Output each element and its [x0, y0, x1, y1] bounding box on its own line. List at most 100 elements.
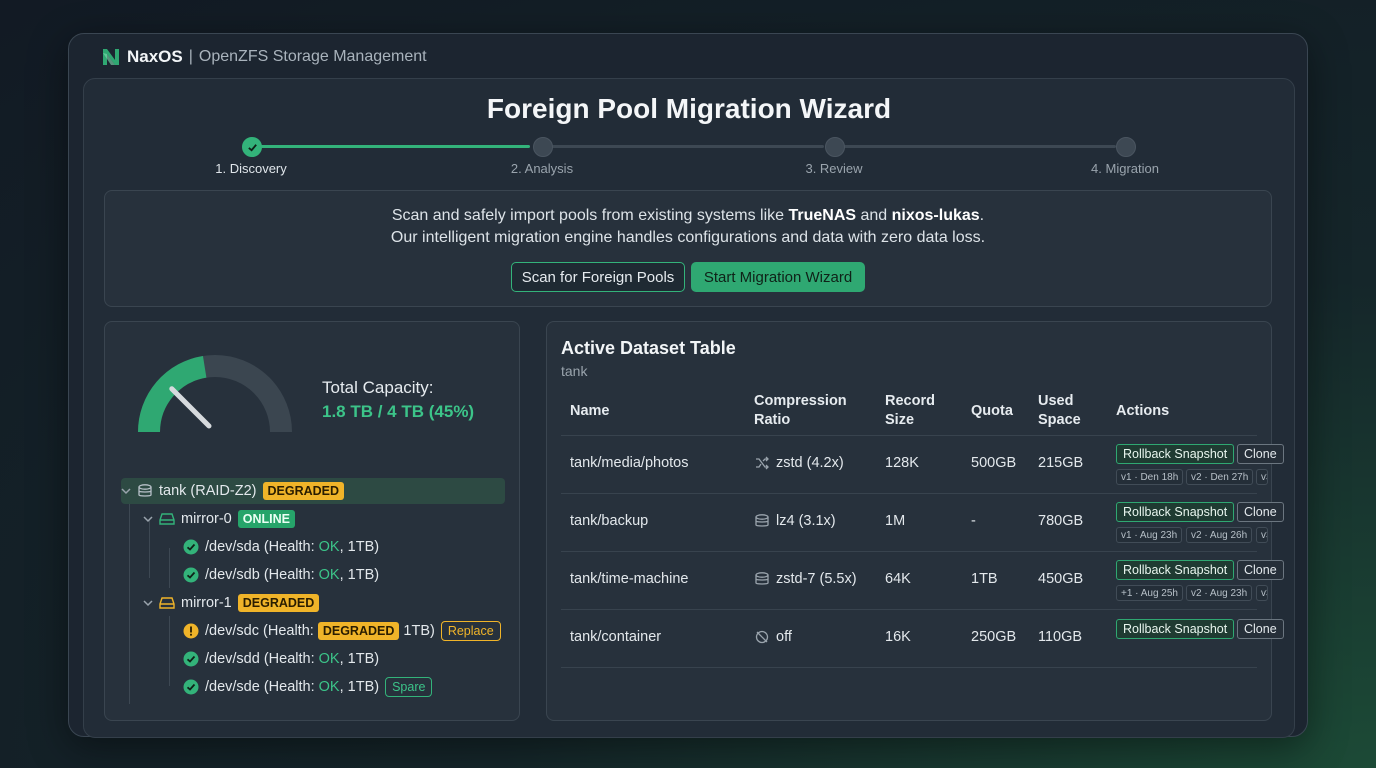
- col-header-record-size: Record Size: [885, 393, 935, 428]
- step-label-discovery[interactable]: 1. Discovery: [215, 161, 287, 176]
- snapshot-chip[interactable]: v2 · Den 27h: [1186, 469, 1254, 485]
- start-migration-wizard-button[interactable]: Start Migration Wizard: [691, 262, 865, 292]
- dataset-used: 215GB: [1038, 455, 1084, 471]
- compression-off-icon: [755, 630, 769, 644]
- warning-circle-icon: [183, 623, 199, 639]
- dataset-name: tank/time-machine: [570, 571, 689, 587]
- step-dot-review[interactable]: [825, 137, 845, 157]
- dataset-record-size: 1M: [885, 513, 906, 529]
- intro-line-2: Our intelligent migration engine handles…: [390, 229, 986, 246]
- sda-label: /dev/sda (Health: OK, 1TB): [205, 539, 380, 555]
- database-icon: [138, 484, 152, 497]
- tree-node-sdb[interactable]: /dev/sdb (Health: OK, 1TB): [183, 562, 379, 588]
- snapshot-chip[interactable]: v1 · Aug 23h: [1116, 527, 1183, 543]
- step-dot-analysis[interactable]: [533, 137, 553, 157]
- clone-button[interactable]: Clone: [1237, 444, 1284, 464]
- database-icon: [755, 572, 769, 585]
- step-dot-discovery[interactable]: [242, 137, 262, 157]
- dataset-name: tank/media/photos: [570, 455, 689, 471]
- tree-node-sdd[interactable]: /dev/sdd (Health: OK, 1TB): [183, 646, 379, 672]
- step-label-review[interactable]: 3. Review: [805, 161, 862, 176]
- database-icon: [755, 514, 769, 527]
- total-capacity-label: Total Capacity:: [322, 378, 434, 397]
- step-connector-2: [552, 145, 824, 148]
- chevron-down-icon[interactable]: [143, 598, 153, 608]
- intro-card: Scan and safely import pools from existi…: [104, 190, 1272, 307]
- dataset-record-size: 64K: [885, 571, 911, 587]
- snapshot-chip[interactable]: +1 · Aug 25h: [1116, 585, 1183, 601]
- dataset-compression: lz4 (3.1x): [754, 513, 836, 529]
- dataset-compression: zstd (4.2x): [754, 455, 844, 471]
- tree-guide: [169, 548, 170, 588]
- rollback-snapshot-button[interactable]: Rollback Snapshot: [1116, 444, 1235, 464]
- snapshot-chip[interactable]: v3 · Aug 27th: [1256, 527, 1268, 543]
- total-capacity-value: 1.8 TB / 4 TB (45%): [322, 402, 475, 421]
- dataset-name: tank/container: [570, 629, 662, 645]
- wizard-panel: Foreign Pool Migration Wizard 1. Discove…: [83, 78, 1295, 738]
- dataset-table-panel: Active Dataset Table tank Name Compressi…: [546, 321, 1284, 721]
- row-divider: [561, 435, 1257, 436]
- tree-node-sdc[interactable]: /dev/sdc (Health: DEGRADED 1TB) Replace: [183, 618, 501, 644]
- clone-button[interactable]: Clone: [1237, 560, 1284, 580]
- chevron-down-icon[interactable]: [121, 486, 131, 496]
- check-circle-icon: [183, 567, 199, 583]
- gauge-needle: [169, 386, 212, 429]
- dataset-used: 110GB: [1038, 629, 1083, 645]
- mirror-1-status-badge: DEGRADED: [237, 594, 320, 612]
- tree-node-sde[interactable]: /dev/sde (Health: OK, 1TB) Spare: [183, 674, 433, 700]
- tree-node-mirror-1[interactable]: mirror-1 DEGRADED: [143, 590, 320, 616]
- sdd-label: /dev/sdd (Health: OK, 1TB): [205, 651, 380, 667]
- sde-label: /dev/sde (Health: OK, 1TB): [205, 679, 380, 695]
- pool-name: tank (RAID-Z2): [159, 483, 257, 499]
- clone-button[interactable]: Clone: [1237, 619, 1284, 639]
- step-connector-1: [260, 145, 530, 148]
- tree-guide: [129, 492, 130, 704]
- tree-node-pool[interactable]: tank (RAID-Z2) DEGRADED: [121, 478, 505, 504]
- pool-status-badge: DEGRADED: [262, 482, 345, 500]
- dataset-used: 780GB: [1038, 513, 1084, 529]
- nixos-label: nixos-lukas: [891, 207, 980, 224]
- tree-guide: [169, 616, 170, 686]
- dataset-quota: -: [971, 513, 976, 529]
- mirror-0-status-badge: ONLINE: [237, 510, 295, 528]
- col-header-used-space: Used Space: [1038, 393, 1081, 428]
- scan-foreign-pools-button[interactable]: Scan for Foreign Pools: [511, 262, 685, 292]
- title-bar: NaxOS | OpenZFS Storage Management: [101, 45, 427, 69]
- clone-button[interactable]: Clone: [1237, 502, 1284, 522]
- check-circle-icon: [183, 651, 199, 667]
- check-icon: [247, 143, 257, 152]
- naxos-logo-icon: [103, 49, 119, 65]
- tree-node-sda[interactable]: /dev/sda (Health: OK, 1TB): [183, 534, 379, 560]
- mirror-0-name: mirror-0: [181, 511, 232, 527]
- rollback-snapshot-button[interactable]: Rollback Snapshot: [1116, 502, 1235, 522]
- step-connector-3: [844, 145, 1116, 148]
- wizard-stepper: 1. Discovery 2. Analysis 3. Review 4. Mi…: [84, 79, 1294, 189]
- row-divider: [561, 493, 1257, 494]
- spare-disk-button[interactable]: Spare: [385, 677, 433, 697]
- dataset-quota: 500GB: [971, 455, 1017, 471]
- tree-node-mirror-0[interactable]: mirror-0 ONLINE: [143, 506, 295, 532]
- snapshot-chip[interactable]: v2 · Aug 23h: [1186, 585, 1253, 601]
- title-separator: |: [188, 48, 193, 65]
- dataset-table-title: Active Dataset Table: [561, 338, 736, 358]
- shuffle-icon: [756, 456, 769, 470]
- intro-line-1: Scan and safely import pools from existi…: [391, 207, 985, 224]
- step-dot-migration[interactable]: [1116, 137, 1136, 157]
- snapshot-chip[interactable]: v1 · Den 18h: [1116, 469, 1184, 485]
- sdc-label: /dev/sdc (Health: DEGRADED 1TB): [205, 622, 435, 640]
- snapshot-chip[interactable]: v3 · Aug 14th: [1256, 585, 1268, 601]
- step-label-analysis[interactable]: 2. Analysis: [511, 161, 573, 176]
- rollback-snapshot-button[interactable]: Rollback Snapshot: [1116, 560, 1235, 580]
- app-subtitle: OpenZFS Storage Management: [198, 48, 427, 65]
- dataset-used: 450GB: [1038, 571, 1084, 587]
- drive-icon: [159, 597, 175, 609]
- col-header-quota: Quota: [971, 403, 1013, 419]
- row-divider: [561, 609, 1257, 610]
- replace-disk-button[interactable]: Replace: [440, 621, 501, 641]
- rollback-snapshot-button[interactable]: Rollback Snapshot: [1116, 619, 1235, 639]
- snapshot-chip[interactable]: v3 · Aug 17th: [1256, 469, 1268, 485]
- snapshot-chip[interactable]: v2 · Aug 26h: [1186, 527, 1253, 543]
- step-label-migration[interactable]: 4. Migration: [1091, 161, 1159, 176]
- chevron-down-icon[interactable]: [143, 514, 153, 524]
- sdb-label: /dev/sdb (Health: OK, 1TB): [205, 567, 380, 583]
